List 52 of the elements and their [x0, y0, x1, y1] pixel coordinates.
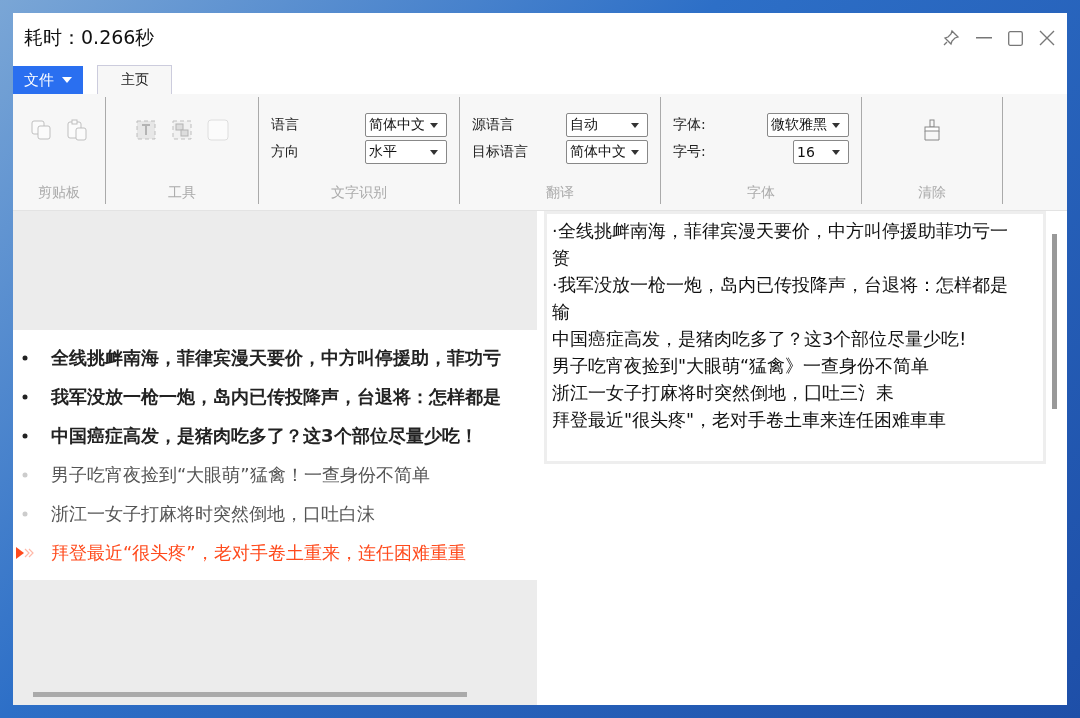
group-label: 剪贴板	[38, 184, 80, 202]
group-label: 翻译	[546, 184, 574, 202]
field-label: 方向	[271, 143, 299, 161]
headline-text[interactable]: 全线挑衅南海，菲律宾漫天要价，中方叫停援助，菲功亏	[51, 345, 501, 370]
caret-icon	[62, 77, 72, 83]
scrollbar-thumb[interactable]	[33, 692, 467, 697]
brush-icon[interactable]	[922, 119, 942, 141]
caret-icon	[832, 149, 840, 155]
field-label: 字体:	[673, 116, 706, 134]
play-arrow-icon	[16, 546, 34, 559]
ribbon-tab[interactable]: 主页	[97, 65, 172, 94]
result-text-line: 拜登最近"很头疼"，老对手卷土車来连任困难車車	[552, 409, 948, 432]
dropdown-field[interactable]: 自动	[566, 113, 648, 137]
headline-text[interactable]: 男子吃宵夜捡到“大眼萌”猛禽！一查身份不简单	[51, 462, 430, 487]
dropdown-field[interactable]: 简体中文	[365, 113, 447, 137]
group-label: 工具	[168, 184, 196, 202]
pin-icon[interactable]	[942, 29, 960, 47]
caret-icon	[430, 149, 438, 155]
dropdown-field[interactable]: 16	[793, 140, 849, 164]
field-label: 目标语言	[472, 143, 528, 161]
result-text-line: ·全线挑衅南海，菲律宾漫天要价，中方叫停援助菲功亏一篑	[552, 220, 1009, 270]
field-label: 字号:	[673, 143, 706, 161]
result-text-line: ·我军没放一枪一炮，岛内已传投降声，台退将：怎样都是输	[552, 274, 1009, 324]
headline-text[interactable]: 我军没放一枪一炮，岛内已传投降声，台退将：怎样都是	[51, 384, 501, 409]
caret-icon	[430, 122, 438, 128]
dropdown-field[interactable]: 简体中文	[566, 140, 648, 164]
scrollbar-thumb[interactable]	[1052, 234, 1057, 409]
group-label: 文字识别	[331, 184, 387, 202]
window-title: 耗时：0.266秒	[24, 25, 155, 50]
dropdown-field[interactable]: 微软雅黑	[767, 113, 849, 137]
caret-icon	[631, 122, 639, 128]
headline-text[interactable]: 浙江一女子打麻将时突然倒地，口吐白沫	[51, 501, 375, 526]
minimize-icon[interactable]	[976, 37, 992, 39]
dropdown-field[interactable]: 水平	[365, 140, 447, 164]
group-label: 清除	[918, 184, 946, 202]
group-label: 字体	[747, 184, 775, 202]
bullet-icon	[22, 354, 28, 361]
close-icon[interactable]	[1039, 30, 1055, 46]
result-text-line: 浙江一女子打麻将时突然倒地，囗吐三氵耒	[552, 382, 895, 405]
bullet-icon	[22, 471, 28, 478]
result-text-line: 男子吃宵夜捡到"大眼萌“猛禽》一查身份不简单	[552, 355, 931, 378]
caret-icon	[631, 149, 639, 155]
bullet-icon	[22, 393, 28, 400]
field-label: 源语言	[472, 116, 514, 134]
maximize-icon[interactable]	[1008, 30, 1023, 46]
field-label: 语言	[271, 116, 299, 134]
bullet-icon	[22, 510, 28, 517]
headline-text[interactable]: 中国癌症高发，是猪肉吃多了？这3个部位尽量少吃！	[51, 423, 478, 448]
caret-icon	[832, 122, 840, 128]
bullet-icon	[22, 432, 28, 439]
file-menu-button[interactable]: 文件	[13, 66, 83, 94]
result-text-line: 中国癌症高发，是猪肉吃多了？这3个部位尽量少吃!	[552, 328, 968, 351]
